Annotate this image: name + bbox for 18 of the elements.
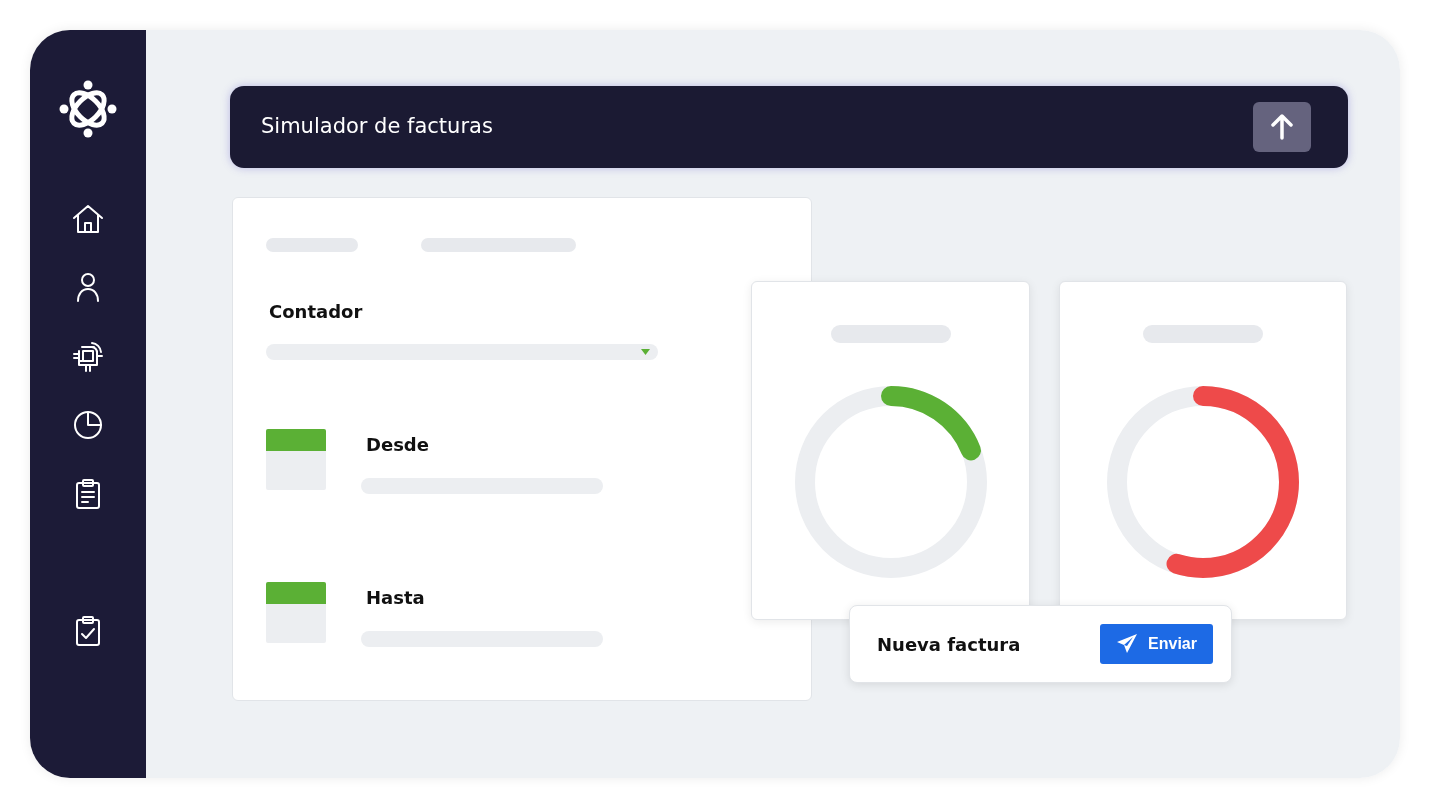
page-title: Simulador de facturas xyxy=(261,113,493,141)
popup-title: Nueva factura xyxy=(877,632,1021,657)
logo-icon xyxy=(59,80,117,138)
caret-icon xyxy=(641,349,650,355)
chip-icon[interactable] xyxy=(72,340,104,372)
arrow-up-icon xyxy=(1270,114,1294,140)
clipboard-icon[interactable] xyxy=(75,478,101,510)
dropdown-field[interactable] xyxy=(266,344,658,360)
home-icon[interactable] xyxy=(72,204,104,234)
user-icon[interactable] xyxy=(76,272,100,302)
send-button[interactable]: Enviar xyxy=(1100,624,1213,664)
checklist-icon[interactable] xyxy=(75,615,101,647)
date-label: Desde xyxy=(366,433,430,457)
field-label: Contador xyxy=(269,300,364,324)
date-label: Hasta xyxy=(366,586,426,610)
pie-chart-icon[interactable] xyxy=(73,410,103,440)
paper-plane-icon xyxy=(1116,633,1139,655)
upload-button[interactable] xyxy=(1253,102,1311,152)
